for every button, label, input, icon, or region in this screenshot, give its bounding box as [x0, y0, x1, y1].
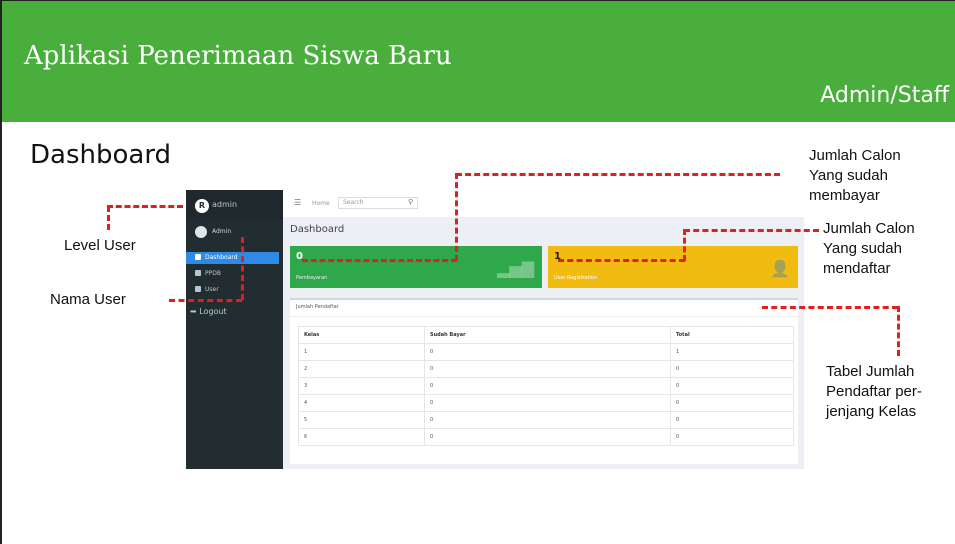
table-row: 300: [298, 377, 794, 395]
app-logo-icon: R: [195, 199, 209, 213]
banner-role: Admin/Staff: [820, 83, 949, 108]
top-navbar: ☰ Home Search ⚲: [283, 190, 804, 217]
registered-label: User Registration: [554, 275, 598, 281]
connector-registered: [684, 229, 819, 232]
connector-table: [762, 306, 898, 309]
sidebar-item-dashboard[interactable]: Dashboard: [186, 252, 279, 264]
annotation-line: Pendaftar per-: [826, 383, 922, 400]
sidebar-item-label: User: [205, 286, 219, 293]
users-icon: [195, 286, 201, 292]
column-header: Total: [670, 326, 794, 344]
user-avatar: [195, 226, 207, 238]
connector-nama-user: [169, 299, 242, 302]
user-plus-icon: 👤: [770, 259, 790, 278]
annotation-nama-user: Nama User: [50, 291, 126, 308]
registrant-table: Kelas Sudah Bayar Total 101 200 300 400 …: [298, 326, 794, 446]
table-cell: 0: [670, 377, 794, 395]
table-row: 600: [298, 428, 794, 446]
sidebar-item-ppdb[interactable]: PPDB: [186, 268, 279, 280]
column-header: Kelas: [298, 326, 425, 344]
sidebar-item-user[interactable]: User: [186, 284, 279, 296]
annotation-line: Jumlah Calon: [809, 147, 901, 164]
table-cell: 4: [298, 394, 425, 412]
table-cell: 0: [670, 360, 794, 378]
table-row: 200: [298, 360, 794, 378]
table-row: 400: [298, 394, 794, 412]
connector-paid: [455, 173, 458, 261]
annotation-level-user: Level User: [64, 237, 136, 254]
table-cell: 0: [424, 428, 671, 446]
annotation-table: Tabel Jumlah Pendaftar per- jenjang Kela…: [826, 362, 922, 422]
sidebar-item-label: PPDB: [205, 270, 221, 277]
logout-icon: ➥: [190, 307, 197, 316]
search-icon[interactable]: ⚲: [408, 198, 413, 206]
annotation-registered: Jumlah Calon Yang sudah mendaftar: [823, 219, 915, 279]
annotation-line: Yang sudah: [823, 240, 902, 257]
column-header: Sudah Bayar: [424, 326, 671, 344]
table-cell: 0: [424, 360, 671, 378]
file-icon: [195, 270, 201, 276]
table-cell: 5: [298, 411, 425, 429]
annotation-line: Yang sudah: [809, 167, 888, 184]
connector-table: [897, 306, 900, 356]
menu-toggle-icon[interactable]: ☰: [294, 198, 301, 207]
connector-registered: [558, 259, 685, 262]
registrant-panel: Jumlah Pendaftar Kelas Sudah Bayar Total…: [290, 298, 798, 464]
connector-registered: [683, 229, 686, 261]
logout-link[interactable]: ➥ Logout: [186, 307, 283, 316]
table-cell: 2: [298, 360, 425, 378]
sidebar-item-label: Dashboard: [205, 254, 238, 261]
connector-nama-user: [241, 237, 244, 300]
table-row: 500: [298, 411, 794, 429]
connector-level-user: [107, 205, 183, 208]
annotation-line: Tabel Jumlah: [826, 363, 915, 380]
table-cell: 0: [424, 394, 671, 412]
sidebar-header: R admin: [186, 190, 283, 220]
paid-label: Pembayaran: [296, 275, 328, 281]
table-cell: 0: [424, 343, 671, 361]
annotation-paid: Jumlah Calon Yang sudah membayar: [809, 146, 901, 206]
sidebar: R admin Admin Dashboard PPDB User ➥ Logo…: [186, 190, 283, 469]
table-cell: 0: [670, 428, 794, 446]
annotation-line: jenjang Kelas: [826, 403, 917, 420]
table-header-row: Kelas Sudah Bayar Total: [298, 326, 794, 344]
panel-title: Jumlah Pendaftar: [296, 304, 339, 310]
brand-name[interactable]: admin: [212, 200, 237, 209]
annotation-line: membayar: [809, 187, 880, 204]
dashboard-icon: [195, 254, 201, 260]
connector-paid: [456, 173, 780, 176]
registered-count-box: 1 User Registration 👤: [548, 246, 798, 288]
table-cell: 1: [670, 343, 794, 361]
table-cell: 6: [298, 428, 425, 446]
connector-paid: [302, 259, 457, 262]
annotation-line: mendaftar: [823, 260, 891, 277]
table-cell: 3: [298, 377, 425, 395]
table-row: 101: [298, 343, 794, 361]
panel-divider: [290, 316, 798, 317]
content-title: Dashboard: [290, 224, 345, 235]
page-heading: Dashboard: [30, 140, 172, 170]
table-cell: 0: [424, 377, 671, 395]
home-link[interactable]: Home: [312, 200, 330, 207]
bar-chart-icon: ▂▅▇: [497, 259, 534, 278]
search-input[interactable]: Search: [338, 197, 418, 209]
annotation-line: Jumlah Calon: [823, 220, 915, 237]
user-name: Admin: [212, 228, 232, 235]
paid-count-box: 0 Pembayaran ▂▅▇: [290, 246, 542, 288]
table-cell: 0: [670, 411, 794, 429]
table-cell: 0: [670, 394, 794, 412]
table-cell: 1: [298, 343, 425, 361]
banner-title: Aplikasi Penerimaan Siswa Baru: [24, 41, 452, 71]
logout-label: Logout: [199, 307, 227, 316]
title-banner: Aplikasi Penerimaan Siswa Baru Admin/Sta…: [2, 1, 955, 122]
table-cell: 0: [424, 411, 671, 429]
connector-level-user: [107, 206, 110, 230]
